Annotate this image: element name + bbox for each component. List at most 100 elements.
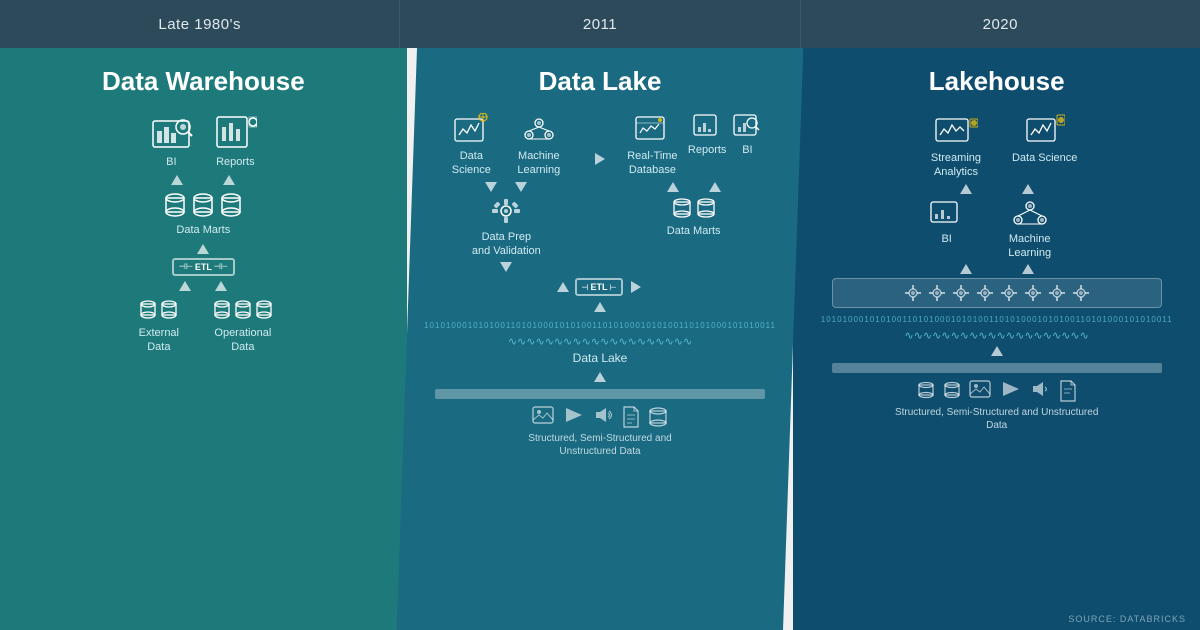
gear-icon (489, 196, 523, 226)
dw-datamarts-label: Data Marts (176, 223, 230, 237)
dl-dataprep-label: Data Prep and Validation (471, 230, 541, 259)
arrow-dl-reports-up (709, 182, 721, 192)
panel-lakehouse: Lakehouse Streaming Analytics (793, 48, 1200, 630)
dl-rtdb-col: Real-Time Database (625, 113, 680, 178)
dl-dm-1 (672, 196, 692, 220)
lh-wave: ∿∿∿∿∿∿∿∿∿∿∿∿∿∿∿∿∿∿∿∿ (905, 329, 1089, 342)
dw-datamarts-col: Data Marts (164, 191, 242, 237)
document-icon (622, 406, 640, 428)
era-bar: Late 1980's 2011 2020 (0, 0, 1200, 48)
arrow-etl-up (557, 282, 569, 292)
dl-bi-label: BI (742, 143, 752, 157)
gear-6 (1023, 283, 1043, 303)
dw-etl-box: ⊣⊢ ETL ⊣⊢ (172, 258, 235, 276)
dw-external-col: External Data (126, 298, 191, 355)
arrow-lh-ds-up (1022, 184, 1034, 194)
lh-doc-icon (1059, 380, 1077, 402)
panel-data-warehouse: Data Warehouse BI (0, 48, 407, 630)
wave-line: ∿∿∿∿∿∿∿∿∿∿∿∿∿∿∿∿∿∿∿∿ (508, 335, 692, 348)
dl-datascience-label: Data Science (444, 149, 499, 178)
streaming-icon (934, 113, 978, 147)
dl-reports-label: Reports (688, 143, 727, 157)
dl-bi-icon (732, 113, 762, 139)
dw-bi-label: BI (166, 155, 176, 169)
dw-bi-col: BI (149, 113, 193, 169)
arrow-from-operational (215, 281, 227, 291)
lh-content: Streaming Analytics Data Science (813, 113, 1180, 616)
arrow-to-lake (594, 372, 606, 382)
arrow-to-etl (594, 302, 606, 312)
lh-binary: 1010100010101001101010001010100110101000… (813, 314, 1180, 325)
lh-title: Lakehouse (929, 66, 1065, 97)
arrow-lh-bi-up (960, 264, 972, 274)
dl-bi-col: BI (732, 113, 762, 157)
dl-title: Data Lake (539, 66, 662, 97)
arrow-dl-prep-down (500, 262, 512, 272)
arrow-to-datamarts (197, 244, 209, 254)
lh-structured-label: Structured, Semi-Structured and Unstruct… (887, 406, 1107, 432)
db-ext-1 (139, 298, 157, 322)
dw-external-label: External Data (126, 326, 191, 355)
lh-img-icon (969, 380, 991, 398)
external-icons (139, 298, 178, 322)
dl-datamarts-col: Data Marts (667, 196, 721, 238)
dw-reports-label: Reports (216, 155, 255, 169)
era-label-2011: 2011 (400, 0, 800, 48)
arrow-dl-rtdb-up (667, 182, 679, 192)
lh-ml-col: Machine Learning (995, 198, 1065, 261)
arrow-etl-right (631, 281, 641, 293)
dl-rtdb-label: Real-Time Database (625, 149, 680, 178)
reports-icon (213, 113, 257, 151)
lh-bi-col: BI (929, 198, 965, 246)
lh-gears-container (832, 278, 1162, 308)
video-icon (562, 406, 584, 424)
dl-ml-label: Machine Learning (509, 149, 569, 178)
dw-operational-col: Operational Data (205, 298, 280, 355)
era-label-1980s: Late 1980's (0, 0, 400, 48)
dl-source-icons (532, 406, 668, 428)
dl-lake-label: Data Lake (573, 351, 628, 367)
era-label-2020: 2020 (801, 0, 1200, 48)
lh-bi-label: BI (941, 232, 951, 246)
lh-video-icon (999, 380, 1021, 398)
lh-ml-label: Machine Learning (995, 232, 1065, 261)
dl-reports-icon (692, 113, 722, 139)
panels: Data Warehouse BI (0, 48, 1200, 630)
db-ext-2 (160, 298, 178, 322)
audio-icon (592, 406, 614, 424)
bi-icon (149, 113, 193, 151)
gear-2 (927, 283, 947, 303)
lh-bottom-bar (832, 363, 1162, 373)
dl-structured-label: Structured, Semi-Structured and Unstruct… (500, 432, 700, 458)
lh-ml-icon (1010, 198, 1050, 228)
lh-ds-label: Data Science (1012, 151, 1077, 165)
data-science-icon (453, 113, 489, 145)
operational-icons (213, 298, 273, 322)
data-marts-icons (164, 191, 242, 219)
gear-8 (1071, 283, 1091, 303)
dl-datascience-col: Data Science (444, 113, 499, 178)
panel-data-lake: Data Lake (397, 48, 804, 630)
lh-source-icons (917, 380, 1077, 402)
arrow-dl-ds-down (485, 182, 497, 192)
dl-content: Data Science (417, 113, 784, 616)
dl-dataprep-col: Data Prep and Validation (471, 196, 541, 259)
arrow-to-bi (171, 175, 183, 185)
main-container: Late 1980's 2011 2020 Data Warehouse (0, 0, 1200, 630)
dl-datamarts-label: Data Marts (667, 224, 721, 238)
db-op-1 (213, 298, 231, 322)
arrow-dl-ml-down (515, 182, 527, 192)
source-note: SOURCE: DATABRICKS (1068, 614, 1186, 624)
dl-bottom-bar (435, 389, 765, 399)
dl-reports-col: Reports (688, 113, 727, 157)
dw-operational-label: Operational Data (205, 326, 280, 355)
binary-wave: 1010100010101001101010001010100110101000… (417, 320, 784, 331)
lh-audio-icon (1029, 380, 1051, 398)
arrow-lh-ml-up (1022, 264, 1034, 274)
lh-streaming-col: Streaming Analytics (916, 113, 996, 180)
db-cylinder-2 (192, 191, 214, 219)
arrow-dl-right (595, 153, 605, 165)
arrow-lh-streaming-up (960, 184, 972, 194)
lh-db2-icon (943, 380, 961, 402)
lh-datascience-col: Data Science (1012, 113, 1077, 165)
